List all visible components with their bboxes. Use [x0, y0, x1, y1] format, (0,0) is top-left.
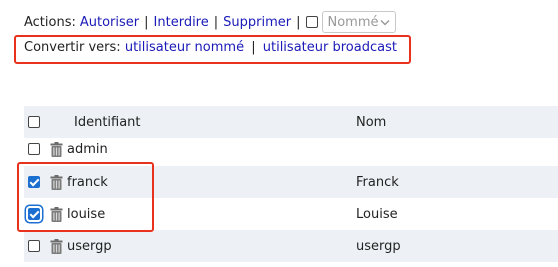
user-type-select-value: Nommé [327, 14, 379, 30]
type-checkbox[interactable] [305, 16, 318, 28]
user-type-select[interactable]: Nommé [321, 11, 396, 33]
convert-named-user-link[interactable]: utilisateur nommé [125, 40, 244, 55]
convert-label: Convertir vers: [24, 40, 121, 55]
selection-highlight [17, 162, 154, 232]
allow-link[interactable]: Autoriser [80, 15, 139, 30]
convert-bar: Convertir vers: utilisateur nommé | util… [24, 40, 397, 55]
row-checkbox[interactable] [28, 143, 40, 155]
table-row: admin [24, 133, 558, 165]
trash-icon[interactable] [50, 142, 63, 157]
column-header-name: Nom [356, 114, 387, 130]
separator: | [296, 14, 301, 30]
actions-bar: Actions: Autoriser | Interdire | Supprim… [24, 10, 396, 34]
separator: | [144, 14, 149, 30]
row-name: Louise [356, 206, 398, 222]
column-header-id: Identifiant [74, 114, 141, 130]
deny-link[interactable]: Interdire [154, 15, 209, 30]
row-id: usergp [67, 238, 112, 254]
row-checkbox[interactable] [28, 240, 40, 252]
row-name: usergp [356, 238, 401, 254]
row-name: Franck [356, 174, 399, 190]
chevron-down-icon [380, 19, 389, 25]
separator: | [213, 14, 219, 30]
actions-label: Actions: [24, 14, 76, 30]
select-all-checkbox[interactable] [28, 116, 40, 128]
trash-icon[interactable] [50, 239, 63, 254]
delete-link[interactable]: Supprimer [223, 15, 291, 30]
separator: | [251, 40, 256, 55]
convert-broadcast-user-link[interactable]: utilisateur broadcast [263, 40, 397, 55]
table-row: usergp usergp [24, 230, 558, 262]
row-id: admin [67, 141, 108, 157]
